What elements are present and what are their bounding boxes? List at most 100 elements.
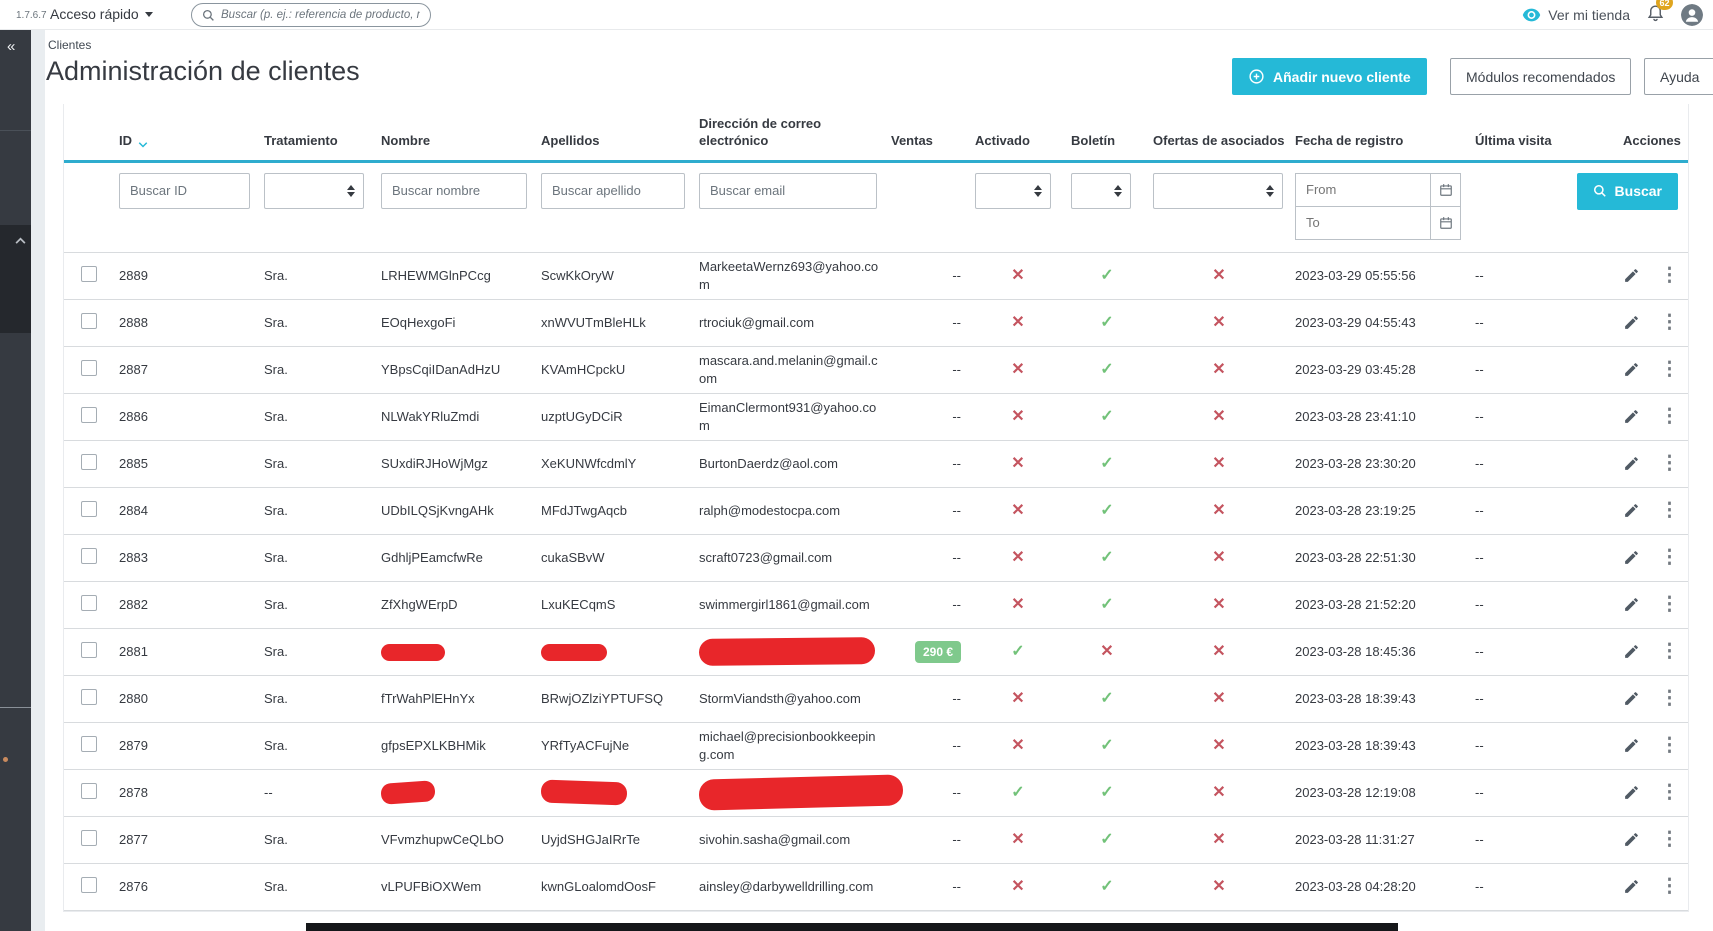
cell-treatment: Sra. — [264, 597, 288, 612]
row-checkbox[interactable] — [81, 735, 97, 752]
filter-newsletter-select[interactable] — [1071, 172, 1131, 209]
table-row: 2876 Sra. vLPUFBiOXWem kwnGLoalomdOosF a… — [64, 864, 1688, 911]
chevron-down-icon — [144, 11, 153, 17]
filter-active-select[interactable] — [975, 172, 1051, 209]
eye-icon — [1523, 8, 1541, 22]
partner-offers-status-icon: ✕ — [1212, 454, 1226, 472]
table-header-row: ID Tratamiento Nombre Apellidos Direcció… — [64, 104, 1688, 163]
cell-treatment: Sra. — [264, 409, 288, 424]
edit-icon[interactable] — [1623, 831, 1640, 848]
filter-treatment-select[interactable] — [264, 172, 364, 209]
view-shop-link[interactable]: Ver mi tienda — [1522, 7, 1630, 23]
newsletter-status-icon: ✕ — [1100, 642, 1114, 660]
kebab-menu-icon[interactable]: ⋮ — [1660, 548, 1679, 567]
filter-id-input[interactable] — [119, 172, 250, 209]
edit-icon[interactable] — [1623, 737, 1640, 754]
cell-registration-date: 2023-03-29 04:55:43 — [1295, 315, 1416, 330]
row-checkbox[interactable] — [81, 688, 97, 705]
filter-email-input[interactable] — [699, 172, 877, 209]
partner-offers-status-icon: ✕ — [1212, 595, 1226, 613]
table-row: 2878 -- -- ✓ ✓ ✕ 2023-03-28 12:19:08 -- … — [64, 770, 1688, 817]
header-lastname: Apellidos — [541, 132, 600, 148]
add-customer-button[interactable]: Añadir nuevo cliente — [1232, 58, 1427, 95]
row-checkbox[interactable] — [81, 782, 97, 799]
edit-icon[interactable] — [1623, 314, 1640, 331]
redaction-mark — [540, 779, 628, 806]
kebab-menu-icon[interactable]: ⋮ — [1660, 266, 1679, 285]
filter-partner-offers-select[interactable] — [1153, 172, 1283, 209]
cell-id: 2877 — [119, 832, 148, 847]
row-checkbox[interactable] — [81, 876, 97, 893]
kebab-menu-icon[interactable]: ⋮ — [1660, 830, 1679, 849]
global-search[interactable] — [191, 3, 431, 27]
edit-icon[interactable] — [1623, 502, 1640, 519]
cell-firstname: EOqHexgoFi — [381, 315, 456, 330]
active-status-icon: ✕ — [1011, 360, 1025, 378]
cell-last-visit: -- — [1475, 644, 1484, 659]
cell-email: swimmergirl1861@gmail.com — [699, 597, 870, 612]
active-status-icon: ✕ — [1011, 407, 1025, 425]
kebab-menu-icon[interactable]: ⋮ — [1660, 501, 1679, 520]
user-avatar[interactable] — [1681, 4, 1703, 26]
row-checkbox[interactable] — [81, 265, 97, 282]
edit-icon[interactable] — [1623, 361, 1640, 378]
kebab-menu-icon[interactable]: ⋮ — [1660, 360, 1679, 379]
active-status-icon: ✕ — [1011, 266, 1025, 284]
edit-icon[interactable] — [1623, 690, 1640, 707]
horizontal-scrollbar[interactable] — [306, 923, 1398, 931]
active-status-icon: ✕ — [1011, 736, 1025, 754]
quick-access-menu[interactable]: Acceso rápido — [50, 6, 153, 22]
calendar-icon[interactable] — [1430, 173, 1460, 206]
kebab-menu-icon[interactable]: ⋮ — [1660, 454, 1679, 473]
partner-offers-status-icon: ✕ — [1212, 689, 1226, 707]
active-status-icon: ✕ — [1011, 454, 1025, 472]
header-last-visit: Última visita — [1475, 132, 1552, 148]
row-checkbox[interactable] — [81, 594, 97, 611]
table-row: 2884 Sra. UDbILQSjKvngAHk MFdJTwgAqcb ra… — [64, 488, 1688, 535]
notifications-button[interactable]: 62 — [1646, 0, 1673, 27]
row-checkbox[interactable] — [81, 641, 97, 658]
global-search-input[interactable] — [221, 9, 420, 21]
row-checkbox[interactable] — [81, 829, 97, 846]
row-checkbox[interactable] — [81, 406, 97, 423]
kebab-menu-icon[interactable]: ⋮ — [1660, 736, 1679, 755]
edit-icon[interactable] — [1623, 596, 1640, 613]
collapse-sidebar-icon[interactable]: « — [7, 38, 15, 55]
filter-date-to-input[interactable] — [1296, 215, 1430, 231]
filter-firstname-input[interactable] — [381, 172, 527, 209]
cell-id: 2886 — [119, 409, 148, 424]
cell-last-visit: -- — [1475, 879, 1484, 894]
edit-icon[interactable] — [1623, 455, 1640, 472]
kebab-menu-icon[interactable]: ⋮ — [1660, 313, 1679, 332]
cell-lastname: UyjdSHGJaIRrTe — [541, 832, 640, 847]
edit-icon[interactable] — [1623, 408, 1640, 425]
edit-icon[interactable] — [1623, 267, 1640, 284]
row-checkbox[interactable] — [81, 453, 97, 470]
row-checkbox[interactable] — [81, 547, 97, 564]
table-row: 2883 Sra. GdhljPEamcfwRe cukaSBvW scraft… — [64, 535, 1688, 582]
edit-icon[interactable] — [1623, 878, 1640, 895]
kebab-menu-icon[interactable]: ⋮ — [1660, 783, 1679, 802]
filter-date-from-input[interactable] — [1296, 182, 1430, 198]
kebab-menu-icon[interactable]: ⋮ — [1660, 642, 1679, 661]
filter-lastname-input[interactable] — [541, 172, 685, 209]
kebab-menu-icon[interactable]: ⋮ — [1660, 689, 1679, 708]
row-checkbox[interactable] — [81, 359, 97, 376]
row-checkbox[interactable] — [81, 312, 97, 329]
kebab-menu-icon[interactable]: ⋮ — [1660, 595, 1679, 614]
row-checkbox[interactable] — [81, 500, 97, 517]
newsletter-status-icon: ✓ — [1100, 877, 1114, 895]
search-submit-button[interactable]: Buscar — [1576, 172, 1678, 210]
active-status-icon: ✕ — [1011, 877, 1025, 895]
kebab-menu-icon[interactable]: ⋮ — [1660, 877, 1679, 896]
edit-icon[interactable] — [1623, 643, 1640, 660]
recommended-modules-button[interactable]: Módulos recomendados — [1450, 58, 1632, 95]
chevron-up-icon[interactable] — [15, 237, 26, 244]
edit-icon[interactable] — [1623, 549, 1640, 566]
calendar-icon[interactable] — [1430, 206, 1460, 239]
header-id[interactable]: ID — [119, 133, 264, 150]
table-row: 2886 Sra. NLWakYRluZmdi uzptUGyDCiR Eima… — [64, 394, 1688, 441]
kebab-menu-icon[interactable]: ⋮ — [1660, 407, 1679, 426]
edit-icon[interactable] — [1623, 784, 1640, 801]
help-button[interactable]: Ayuda — [1644, 58, 1713, 95]
